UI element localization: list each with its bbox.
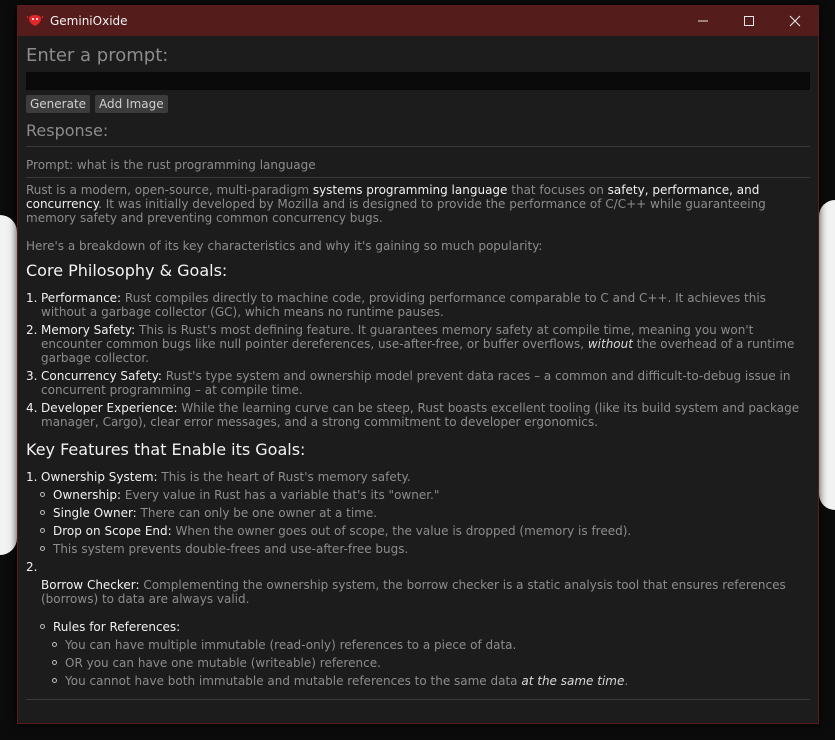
core-goals-list: 1. Performance: Rust compiles directly t… [26,291,810,429]
list-item: Borrow Checker: Complementing the owners… [41,578,786,606]
list-item: You cannot have both immutable and mutab… [26,674,810,688]
prompt-divider [26,177,810,178]
window-title: GeminiOxide [50,14,128,28]
add-image-button[interactable]: Add Image [95,95,168,113]
breakdown-paragraph: Here's a breakdown of its key characteri… [26,239,543,253]
list-item: 2. [26,560,38,574]
maximize-button[interactable] [726,6,772,36]
list-item: Ownership: Every value in Rust has a var… [26,488,810,502]
list-item: Drop on Scope End: When the owner goes o… [26,524,810,538]
list-item: You can have multiple immutable (read-on… [26,638,810,652]
list-item: This system prevents double-frees and us… [26,542,810,556]
response-divider [26,146,810,147]
list-item: 1. Ownership System: This is the heart o… [26,470,411,484]
response-scroll-area[interactable]: Prompt: what is the rust programming lan… [26,149,810,697]
prompt-input[interactable] [26,72,810,90]
list-item: 3. Concurrency Safety: Rust's type syste… [26,369,791,397]
features-list: 1. Ownership System: This is the heart o… [26,470,810,688]
window-controls [680,6,818,36]
crab-icon [27,13,43,29]
prompt-echo: Prompt: what is the rust programming lan… [26,158,316,172]
main-panel: Enter a prompt: Generate Add Image Respo… [26,36,810,723]
maximize-icon [744,16,754,26]
close-button[interactable] [772,6,818,36]
list-item: Single Owner: There can only be one owne… [26,506,810,520]
list-item: 2. Memory Safety: This is Rust's most de… [26,323,795,365]
bottom-divider [26,699,810,700]
list-item: OR you can have one mutable (writeable) … [26,656,810,670]
prompt-label: Enter a prompt: [26,45,169,66]
list-item: 4. Developer Experience: While the learn… [26,401,800,429]
list-item: Rules for References: [26,620,810,634]
minimize-button[interactable] [680,6,726,36]
response-label: Response: [26,121,109,140]
generate-button[interactable]: Generate [26,95,91,113]
list-item: 1. Performance: Rust compiles directly t… [26,291,766,319]
title-bar[interactable]: GeminiOxide [18,6,818,36]
app-window: GeminiOxide Enter a prompt: Generate Add… [17,5,819,724]
close-icon [789,15,801,27]
intro-paragraph: Rust is a modern, open-source, multi-par… [26,183,766,225]
desktop-wallpaper-stroke-right [819,200,835,510]
section-heading-features: Key Features that Enable its Goals: [26,440,306,459]
section-heading-core: Core Philosophy & Goals: [26,261,228,280]
desktop-wallpaper-stroke-left [0,215,17,555]
minimize-icon [698,20,708,22]
